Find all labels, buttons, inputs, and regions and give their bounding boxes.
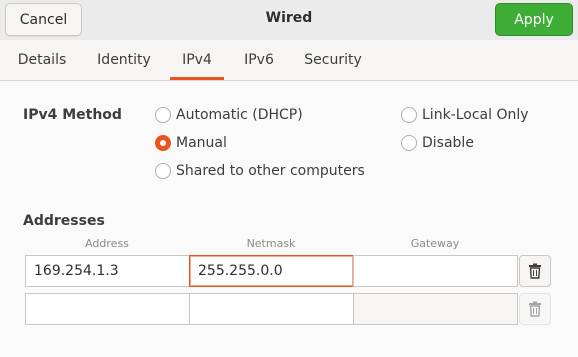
tab-bar: Details Identity IPv4 IPv6 Security: [0, 40, 578, 81]
radio-link-local-only[interactable]: Link-Local Only: [401, 107, 529, 123]
column-header-netmask: Netmask: [246, 237, 296, 250]
radio-button[interactable]: [155, 163, 171, 179]
address-field[interactable]: 169.254.1.3: [25, 255, 190, 287]
radio-automatic-dhcp[interactable]: Automatic (DHCP): [155, 107, 303, 123]
trash-icon: [529, 301, 541, 317]
trash-icon: [529, 263, 541, 279]
gateway-field[interactable]: [353, 293, 518, 325]
gateway-field[interactable]: [353, 255, 518, 287]
ipv4-settings-panel: IPv4 Method Automatic (DHCP) Manual Shar…: [0, 81, 578, 357]
address-field[interactable]: [25, 293, 190, 325]
column-header-address: Address: [85, 237, 129, 250]
radio-label: Disable: [422, 135, 474, 151]
radio-shared[interactable]: Shared to other computers: [155, 163, 365, 179]
radio-manual[interactable]: Manual: [155, 135, 227, 151]
dialog-title: Wired: [265, 10, 313, 26]
netmask-field[interactable]: [189, 293, 354, 325]
apply-button[interactable]: Apply: [495, 3, 573, 36]
radio-button[interactable]: [401, 107, 417, 123]
ipv4-method-label: IPv4 Method: [23, 107, 122, 123]
radio-disable[interactable]: Disable: [401, 135, 474, 151]
radio-label: Manual: [176, 135, 227, 151]
radio-label: Shared to other computers: [176, 163, 365, 179]
header-bar: Cancel Wired Apply: [0, 0, 578, 40]
tab-security[interactable]: Security: [296, 40, 370, 80]
tab-ipv4[interactable]: IPv4: [170, 40, 224, 80]
radio-button[interactable]: [401, 135, 417, 151]
radio-label: Link-Local Only: [422, 107, 529, 123]
delete-address-button[interactable]: [519, 255, 551, 287]
tab-ipv6[interactable]: IPv6: [234, 40, 284, 80]
netmask-field[interactable]: 255.255.0.0: [189, 255, 354, 287]
radio-label: Automatic (DHCP): [176, 107, 303, 123]
delete-address-button[interactable]: [519, 293, 551, 325]
cancel-button[interactable]: Cancel: [5, 3, 82, 36]
addresses-label: Addresses: [23, 213, 105, 229]
radio-button[interactable]: [155, 135, 171, 151]
tab-identity[interactable]: Identity: [90, 40, 158, 80]
column-header-gateway: Gateway: [410, 237, 460, 250]
radio-button[interactable]: [155, 107, 171, 123]
tab-details[interactable]: Details: [8, 40, 76, 80]
